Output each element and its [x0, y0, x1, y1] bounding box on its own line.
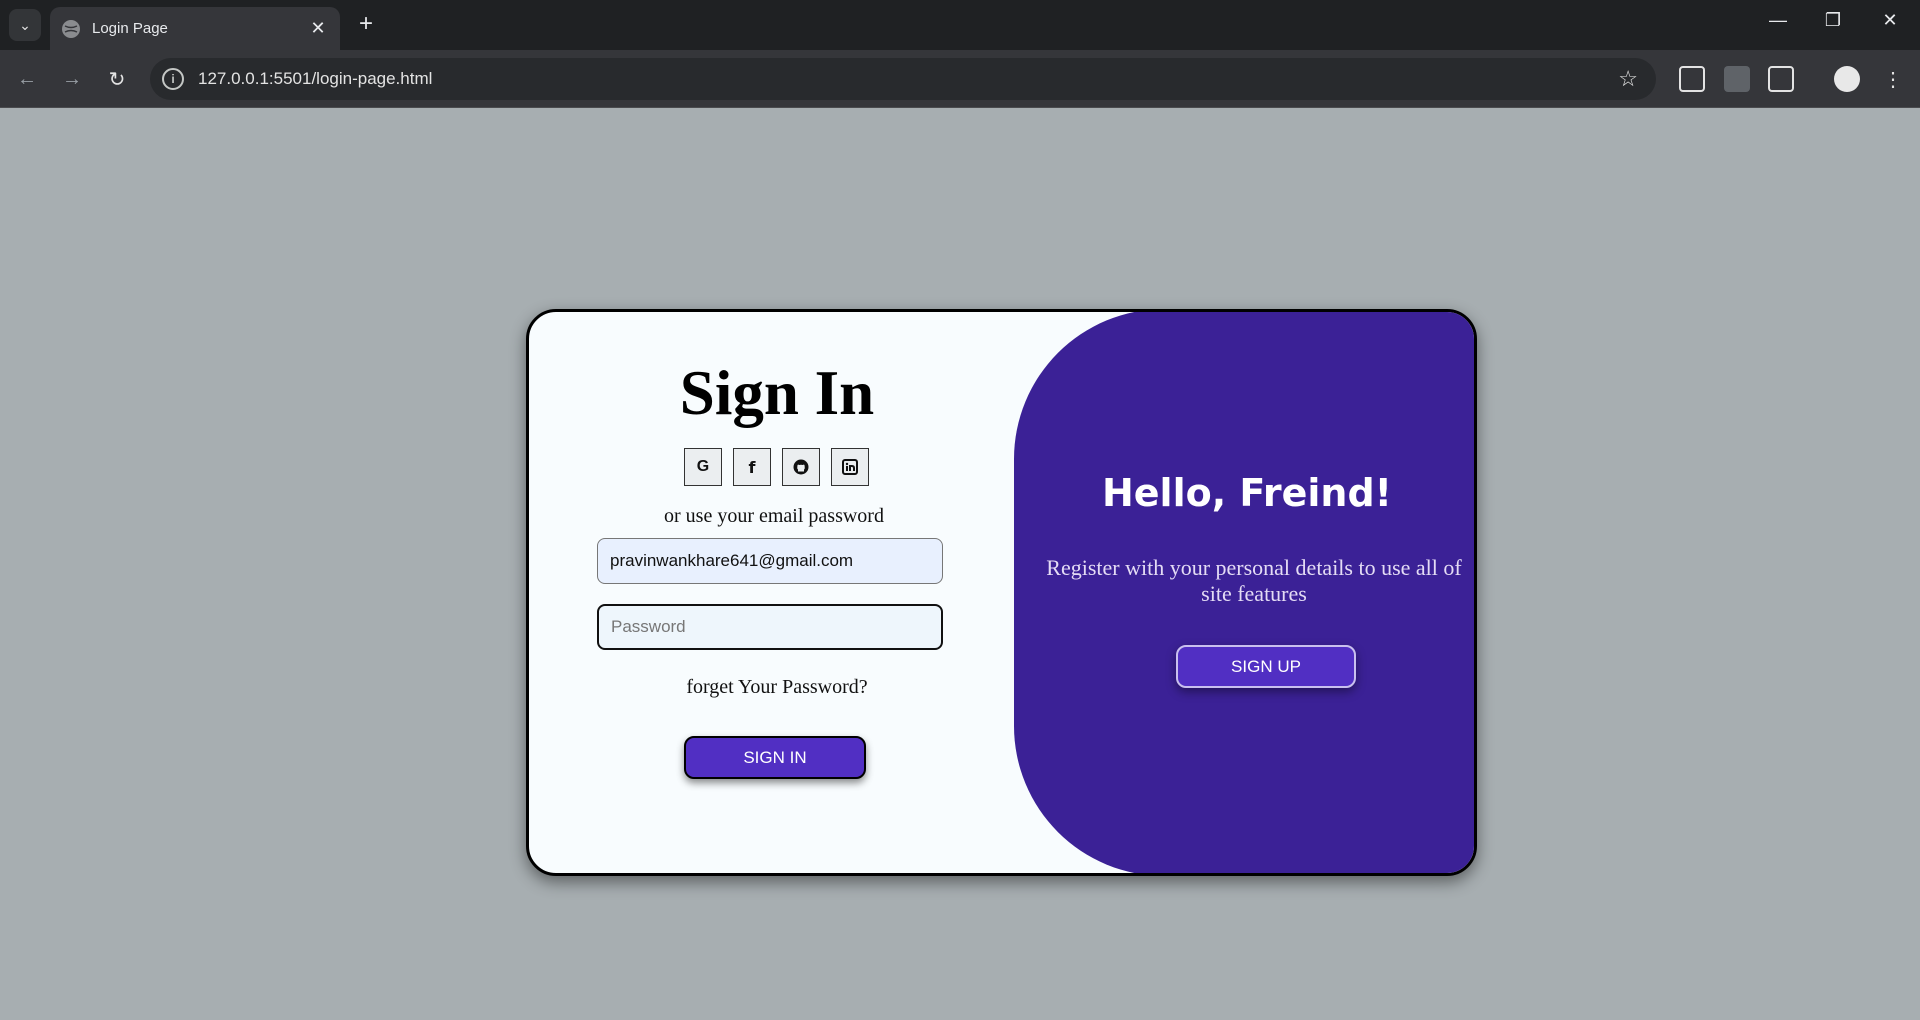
address-bar[interactable]: i 127.0.0.1:5501/login-page.html ☆ — [150, 58, 1656, 100]
panel-heading: Hello, Freind! — [1101, 471, 1393, 515]
browser-toolbar: ← → ↻ i 127.0.0.1:5501/login-page.html ☆… — [0, 50, 1920, 108]
tab-bar: ⌄ Login Page ✕ + — ❐ ✕ — [0, 0, 1920, 50]
email-field[interactable] — [597, 538, 943, 584]
browser-tab[interactable]: Login Page ✕ — [50, 7, 340, 50]
sign-up-button[interactable]: SIGN UP — [1176, 645, 1356, 688]
linkedin-icon[interactable] — [831, 448, 869, 486]
url-text[interactable]: 127.0.0.1:5501/login-page.html — [198, 69, 1618, 89]
social-login-row: G f — [684, 448, 869, 486]
close-window-button[interactable]: ✕ — [1870, 10, 1910, 31]
arrow-right-icon: → — [62, 67, 82, 90]
reload-button[interactable]: ↻ — [102, 64, 132, 94]
tab-title: Login Page — [92, 20, 168, 37]
forward-button[interactable]: → — [57, 64, 87, 94]
password-field[interactable] — [597, 604, 943, 650]
panel-description: Register with your personal details to u… — [1046, 555, 1462, 606]
arrow-left-icon: ← — [17, 67, 37, 90]
google-icon[interactable]: G — [684, 448, 722, 486]
restore-button[interactable]: ❐ — [1813, 10, 1853, 31]
back-button[interactable]: ← — [12, 64, 42, 94]
chevron-down-icon: ⌄ — [19, 16, 31, 33]
profile-avatar[interactable] — [1834, 66, 1860, 92]
or-use-email-text: or use your email password — [664, 505, 884, 527]
close-tab-icon[interactable]: ✕ — [308, 18, 328, 39]
login-card: Sign In G f or use your email password f… — [526, 309, 1477, 876]
extension-screen-icon[interactable] — [1679, 66, 1705, 92]
reload-icon: ↻ — [108, 68, 126, 91]
extensions-icon[interactable] — [1768, 66, 1794, 92]
sign-in-button[interactable]: SIGN IN — [684, 736, 866, 779]
site-info-icon[interactable]: i — [162, 68, 184, 90]
bookmark-star-icon[interactable]: ☆ — [1618, 66, 1638, 92]
signup-panel: Hello, Freind! Register with your person… — [1014, 312, 1474, 873]
facebook-icon[interactable]: f — [733, 448, 771, 486]
github-icon[interactable] — [782, 448, 820, 486]
tab-search-button[interactable]: ⌄ — [9, 9, 41, 41]
minimize-button[interactable]: — — [1758, 10, 1798, 31]
new-tab-button[interactable]: + — [354, 12, 378, 36]
extension-puzzle-tile-icon[interactable] — [1724, 66, 1750, 92]
menu-kebab-icon[interactable]: ⋮ — [1878, 64, 1908, 94]
forget-password-link[interactable]: forget Your Password? — [529, 676, 1025, 699]
globe-icon — [62, 19, 80, 38]
signin-title: Sign In — [679, 358, 875, 428]
